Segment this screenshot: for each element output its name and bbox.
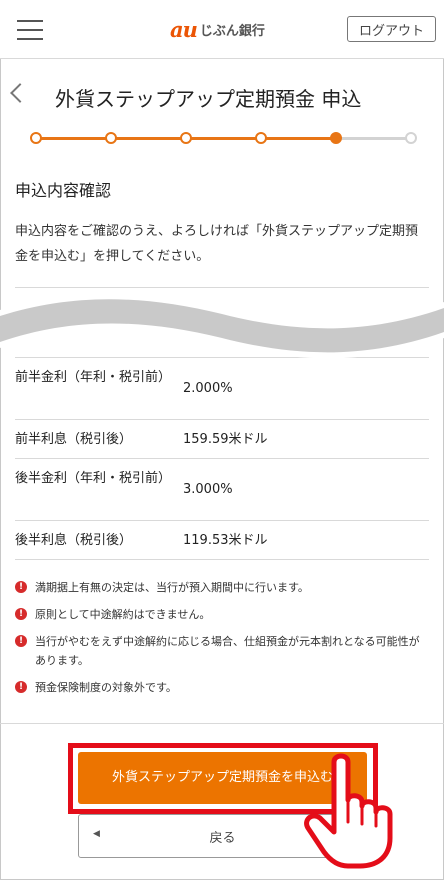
table-row-value: 3.000% <box>183 482 233 497</box>
stepper-connector <box>186 137 261 140</box>
app-header: au じぶん銀行 ログアウト <box>0 0 444 59</box>
stepper-dot <box>180 132 192 144</box>
stepper-connector <box>36 137 111 140</box>
stepper-dot <box>405 132 417 144</box>
page-title: 外貨ステップアップ定期預金 申込 <box>55 87 362 111</box>
note-text: 原則として中途解約はできません。 <box>35 608 211 621</box>
note-item: ! 預金保険制度の対象外です。 <box>15 678 429 697</box>
back-button-label: 戻る <box>209 830 236 846</box>
notes-list: ! 満期据上有無の決定は、当行が預入期間中に行います。! 原則として中途解約はできま… <box>15 578 429 705</box>
note-text: 当行がやむをえず中途解約に応じる場合、仕組預金が元本割れとなる可能性があります。 <box>35 635 420 667</box>
divider <box>0 723 444 724</box>
exclamation-circle-icon: ! <box>15 608 27 620</box>
table-row-value: 2.000% <box>183 381 233 396</box>
stepper-connector <box>111 137 186 140</box>
table-row: 後半金利（年利・税引前） 3.000% <box>15 459 429 521</box>
exclamation-circle-icon: ! <box>15 581 27 593</box>
note-text: 預金保険制度の対象外です。 <box>35 681 177 694</box>
note-text: 満期据上有無の決定は、当行が預入期間中に行います。 <box>35 581 309 594</box>
table-row-obscured <box>15 288 429 358</box>
table-row-value: 159.59米ドル <box>183 432 268 447</box>
hamburger-menu-icon[interactable] <box>17 17 43 43</box>
logout-button[interactable]: ログアウト <box>347 16 436 42</box>
table-row: 前半金利（年利・税引前） 2.000% <box>15 358 429 420</box>
stepper-connector <box>261 137 336 140</box>
table-row-label: 後半利息（税引後） <box>15 533 133 548</box>
exclamation-circle-icon: ! <box>15 635 27 647</box>
exclamation-circle-icon: ! <box>15 681 27 693</box>
intro-text: 申込内容をご確認のうえ、よろしければ「外貨ステップアップ定期預金を申込む」を押し… <box>15 224 419 264</box>
table-row-value: 119.53米ドル <box>183 533 268 548</box>
stepper-connector <box>336 137 411 140</box>
note-item: ! 満期据上有無の決定は、当行が預入期間中に行います。 <box>15 578 429 597</box>
note-item: ! 当行がやむをえず中途解約に応じる場合、仕組預金が元本割れとなる可能性があります… <box>15 632 429 670</box>
stepper-dot <box>330 132 342 144</box>
pointing-hand-icon <box>304 753 393 869</box>
table-row-label: 前半利息（税引後） <box>15 432 133 447</box>
table-row-label: 前半金利（年利・税引前） <box>15 370 172 385</box>
table-row: 後半利息（税引後） 119.53米ドル <box>15 521 429 560</box>
stepper-dot <box>30 132 42 144</box>
details-table: 前半金利（年利・税引前） 2.000% 前半利息（税引後） 159.59米ドル後半金利… <box>15 287 429 560</box>
progress-stepper <box>30 130 417 146</box>
triangle-left-icon: ◀ <box>93 829 100 839</box>
brand-logo: au じぶん銀行 <box>170 15 265 43</box>
logo-mark: au <box>170 16 198 42</box>
logo-text: じぶん銀行 <box>199 23 265 39</box>
table-row: 前半利息（税引後） 159.59米ドル <box>15 420 429 459</box>
stepper-dot <box>255 132 267 144</box>
note-item: ! 原則として中途解約はできません。 <box>15 605 429 624</box>
section-title: 申込内容確認 <box>15 181 112 200</box>
stepper-dot <box>105 132 117 144</box>
table-row-label: 後半金利（年利・税引前） <box>15 471 172 486</box>
